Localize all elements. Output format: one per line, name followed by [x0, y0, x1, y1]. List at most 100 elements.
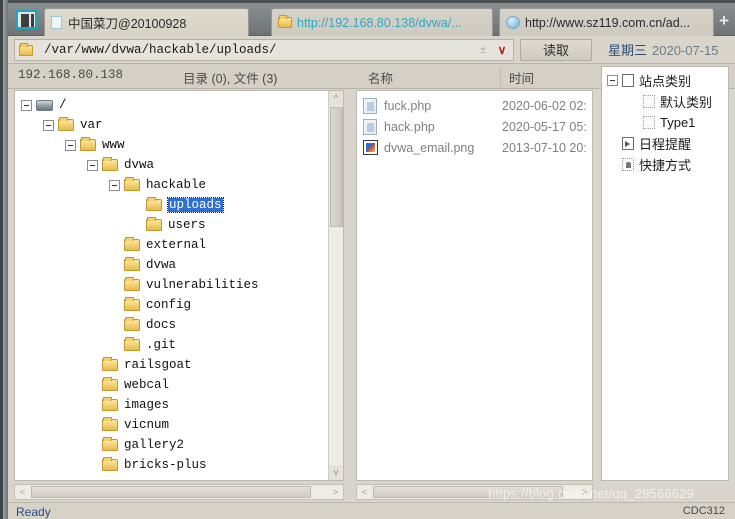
file-row[interactable]: dvwa_email.png 2013-07-10 20:: [357, 137, 592, 158]
tree-node[interactable]: .git: [15, 335, 343, 355]
file-time: 2020-06-02 02:: [502, 98, 587, 113]
file-name: hack.php: [384, 119, 435, 134]
site-category-icon: [622, 74, 634, 87]
folder-icon: [19, 42, 33, 56]
collapse-toggle-icon[interactable]: [87, 159, 98, 171]
folder-icon: [102, 457, 118, 471]
folder-icon: [102, 437, 118, 451]
tree-node[interactable]: external: [15, 235, 343, 255]
file-time: 2013-07-10 20:: [502, 140, 587, 155]
tree-node-label: dvwa: [124, 158, 155, 172]
app-window-icon[interactable]: [16, 10, 37, 29]
tree-node[interactable]: dvwa: [15, 255, 343, 275]
path-input[interactable]: /var/www/dvwa/hackable/uploads/: [44, 43, 475, 57]
folder-icon: [58, 117, 74, 131]
column-header-time[interactable]: 时间: [500, 68, 534, 87]
tree-node-label: hackable: [146, 178, 207, 192]
read-button[interactable]: 读取: [520, 39, 592, 61]
status-text: Ready: [16, 505, 51, 519]
directory-tree-pane[interactable]: / var www dvwa hackable uploads users external d…: [14, 90, 344, 481]
tree-node[interactable]: /: [15, 95, 343, 115]
tree-node[interactable]: railsgoat: [15, 355, 343, 375]
tree-node[interactable]: bricks-plus: [15, 455, 343, 475]
clock-weekday: 星期三: [608, 43, 648, 58]
file-name: fuck.php: [384, 98, 432, 113]
site-category-node[interactable]: 站点类别: [602, 70, 728, 91]
column-header-name[interactable]: 名称: [368, 68, 393, 87]
tree-horizontal-scrollbar[interactable]: < >: [14, 484, 344, 500]
folder-icon: [146, 197, 162, 211]
scroll-left-icon[interactable]: <: [15, 485, 30, 499]
scrollbar-thumb[interactable]: [31, 486, 311, 498]
tree-node[interactable]: uploads: [15, 195, 343, 215]
folder-icon: [124, 177, 140, 191]
tree-node[interactable]: www: [15, 135, 343, 155]
disk-icon: [36, 99, 53, 111]
add-tab-button[interactable]: +: [717, 12, 731, 29]
php-file-icon: [363, 97, 377, 114]
site-category-node[interactable]: 默认类别: [602, 91, 728, 112]
column-header-ip: 192.168.80.138: [18, 68, 124, 82]
site-category-label: 日程提醒: [639, 137, 692, 152]
tree-node[interactable]: config: [15, 295, 343, 315]
file-row[interactable]: fuck.php 2020-06-02 02:: [357, 95, 592, 116]
scroll-right-icon[interactable]: >: [577, 485, 592, 499]
tree-node[interactable]: vicnum: [15, 415, 343, 435]
tab-sz119-site[interactable]: http://www.sz119.com.cn/ad...: [499, 8, 714, 36]
china-chopper-window: 中国菜刀@20100928 http://192.168.80.138/dvwa…: [8, 0, 735, 519]
scroll-right-icon[interactable]: >: [328, 485, 343, 499]
tree-node[interactable]: images: [15, 395, 343, 415]
page-icon: [51, 16, 62, 29]
tree-node-label: bricks-plus: [124, 458, 207, 472]
tree-node[interactable]: webcal: [15, 375, 343, 395]
file-list-pane[interactable]: fuck.php 2020-06-02 02: hack.php 2020-05-17…: [356, 90, 593, 481]
tree-node[interactable]: gallery2: [15, 435, 343, 455]
file-horizontal-scrollbar[interactable]: < >: [356, 484, 593, 500]
site-category-node[interactable]: Type1: [602, 112, 728, 133]
php-file-icon: [363, 118, 377, 135]
scroll-up-icon[interactable]: ^: [329, 91, 343, 106]
tree-node[interactable]: dvwa: [15, 155, 343, 175]
directory-tree-list: / var www dvwa hackable uploads users external d…: [15, 91, 343, 480]
scrollbar-thumb[interactable]: [373, 486, 563, 498]
scrollbar-thumb[interactable]: [330, 107, 343, 227]
tree-node-label: railsgoat: [124, 358, 192, 372]
collapse-toggle-icon[interactable]: [65, 139, 76, 151]
tree-node-label: config: [146, 298, 192, 312]
file-time: 2020-05-17 05:: [502, 119, 587, 134]
tree-node-label: uploads: [167, 197, 224, 213]
path-input-wrapper[interactable]: /var/www/dvwa/hackable/uploads/ ± ∨: [14, 39, 514, 61]
collapse-toggle-icon[interactable]: [43, 119, 54, 131]
background-window-accent: [0, 0, 3, 519]
collapse-toggle-icon[interactable]: [21, 99, 32, 111]
scroll-down-icon[interactable]: v: [329, 465, 343, 480]
tab-label: http://www.sz119.com.cn/ad...: [525, 15, 691, 30]
site-category-label: 快捷方式: [639, 158, 692, 173]
folder-icon: [124, 257, 140, 271]
titlebar-top-edge: [8, 0, 735, 3]
tree-vertical-scrollbar[interactable]: ^ v: [328, 91, 343, 480]
site-category-pane[interactable]: 站点类别 默认类别 Type1 日程提醒快捷方式: [601, 66, 729, 481]
tree-node[interactable]: users: [15, 215, 343, 235]
tab-china-chopper[interactable]: 中国菜刀@20100928: [44, 8, 249, 36]
collapse-toggle-icon[interactable]: [109, 179, 120, 191]
file-row[interactable]: hack.php 2020-05-17 05:: [357, 116, 592, 137]
tree-node[interactable]: vulnerabilities: [15, 275, 343, 295]
tab-dvwa-site[interactable]: http://192.168.80.138/dvwa/...: [271, 8, 493, 36]
collapse-toggle-icon[interactable]: [607, 75, 618, 86]
chevron-down-icon[interactable]: ∨: [491, 43, 513, 57]
column-header-counts[interactable]: 目录 (0), 文件 (3): [183, 68, 277, 87]
scroll-left-icon[interactable]: <: [357, 485, 372, 499]
tree-node[interactable]: var: [15, 115, 343, 135]
updown-icon[interactable]: ±: [475, 45, 491, 56]
site-category-node[interactable]: 日程提醒: [602, 133, 728, 154]
tree-node[interactable]: docs: [15, 315, 343, 335]
site-category-node[interactable]: 快捷方式: [602, 154, 728, 175]
tree-node[interactable]: hackable: [15, 175, 343, 195]
